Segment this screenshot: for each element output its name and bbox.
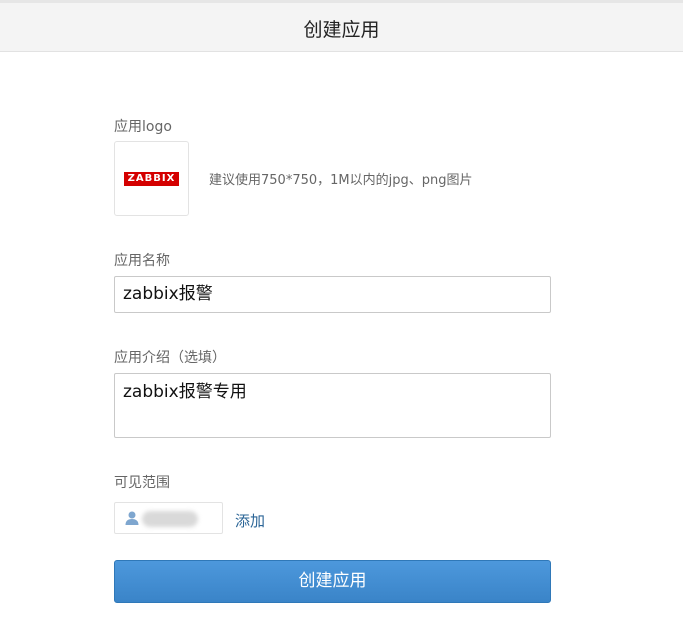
logo-label: 应用logo — [114, 119, 172, 135]
blurred-member-name — [142, 511, 198, 527]
logo-hint: 建议使用750*750，1M以内的jpg、png图片 — [209, 173, 473, 188]
create-app-button[interactable]: 创建应用 — [114, 560, 551, 603]
logo-upload[interactable]: ZABBIX — [114, 141, 189, 216]
zabbix-logo-image: ZABBIX — [124, 172, 179, 186]
description-label: 应用介绍（选填） — [114, 350, 226, 366]
visible-member-chip[interactable] — [114, 502, 223, 534]
app-description-textarea[interactable]: zabbix报警专用 — [114, 373, 551, 438]
add-member-link[interactable]: 添加 — [235, 510, 265, 531]
page-title: 创建应用 — [303, 19, 380, 41]
app-name-input[interactable]: zabbix报警 — [114, 276, 551, 313]
name-label: 应用名称 — [114, 253, 170, 269]
visibility-label: 可见范围 — [114, 475, 170, 491]
person-icon — [125, 511, 139, 525]
page-header: 创建应用 — [0, 0, 683, 52]
